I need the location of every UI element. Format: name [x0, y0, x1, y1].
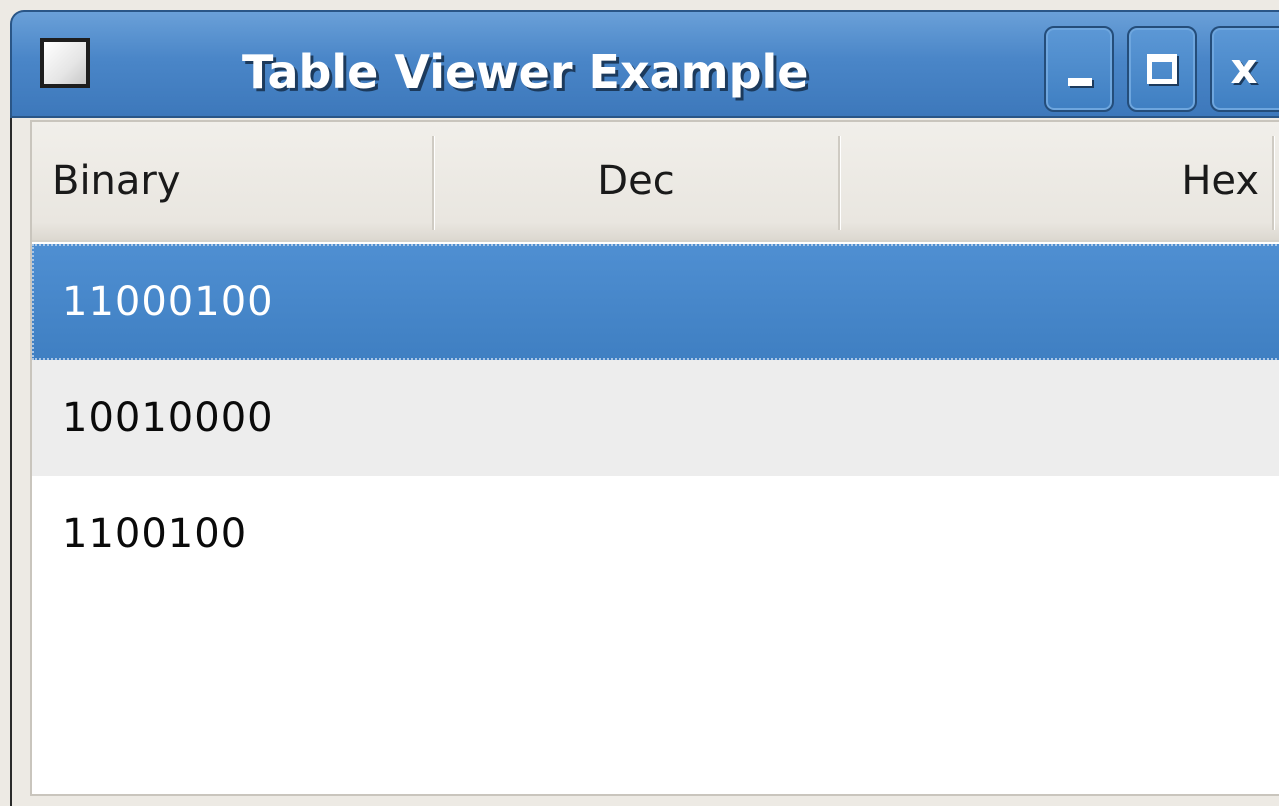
- close-icon: x: [1230, 44, 1258, 93]
- column-divider[interactable]: [1272, 136, 1274, 230]
- table-row[interactable]: 10010000: [32, 360, 1279, 476]
- minimize-icon: [1068, 78, 1092, 86]
- maximize-button[interactable]: [1127, 26, 1197, 112]
- table-row-selected[interactable]: 11000100: [32, 244, 1279, 360]
- app-window-icon[interactable]: [40, 38, 90, 88]
- column-header-dec[interactable]: Dec: [434, 122, 838, 240]
- application-window: Table Viewer Example x Binary Dec Hex 11…: [0, 0, 1279, 806]
- column-header-binary[interactable]: Binary: [32, 122, 432, 240]
- window-client-area: Binary Dec Hex 11000100 10010000 1100100: [10, 118, 1279, 806]
- maximize-icon: [1147, 54, 1177, 84]
- title-bar[interactable]: Table Viewer Example x: [10, 10, 1279, 118]
- table-header: Binary Dec Hex: [32, 122, 1279, 242]
- table-view[interactable]: Binary Dec Hex 11000100 10010000 1100100: [30, 120, 1279, 796]
- cell-binary: 10010000: [62, 395, 274, 441]
- column-header-hex[interactable]: Hex: [840, 122, 1271, 240]
- close-button[interactable]: x: [1210, 26, 1279, 112]
- cell-binary: 11000100: [62, 279, 274, 325]
- minimize-button[interactable]: [1044, 26, 1114, 112]
- window-title: Table Viewer Example: [242, 45, 809, 99]
- table-row[interactable]: 1100100: [32, 476, 1279, 592]
- cell-binary: 1100100: [62, 511, 248, 557]
